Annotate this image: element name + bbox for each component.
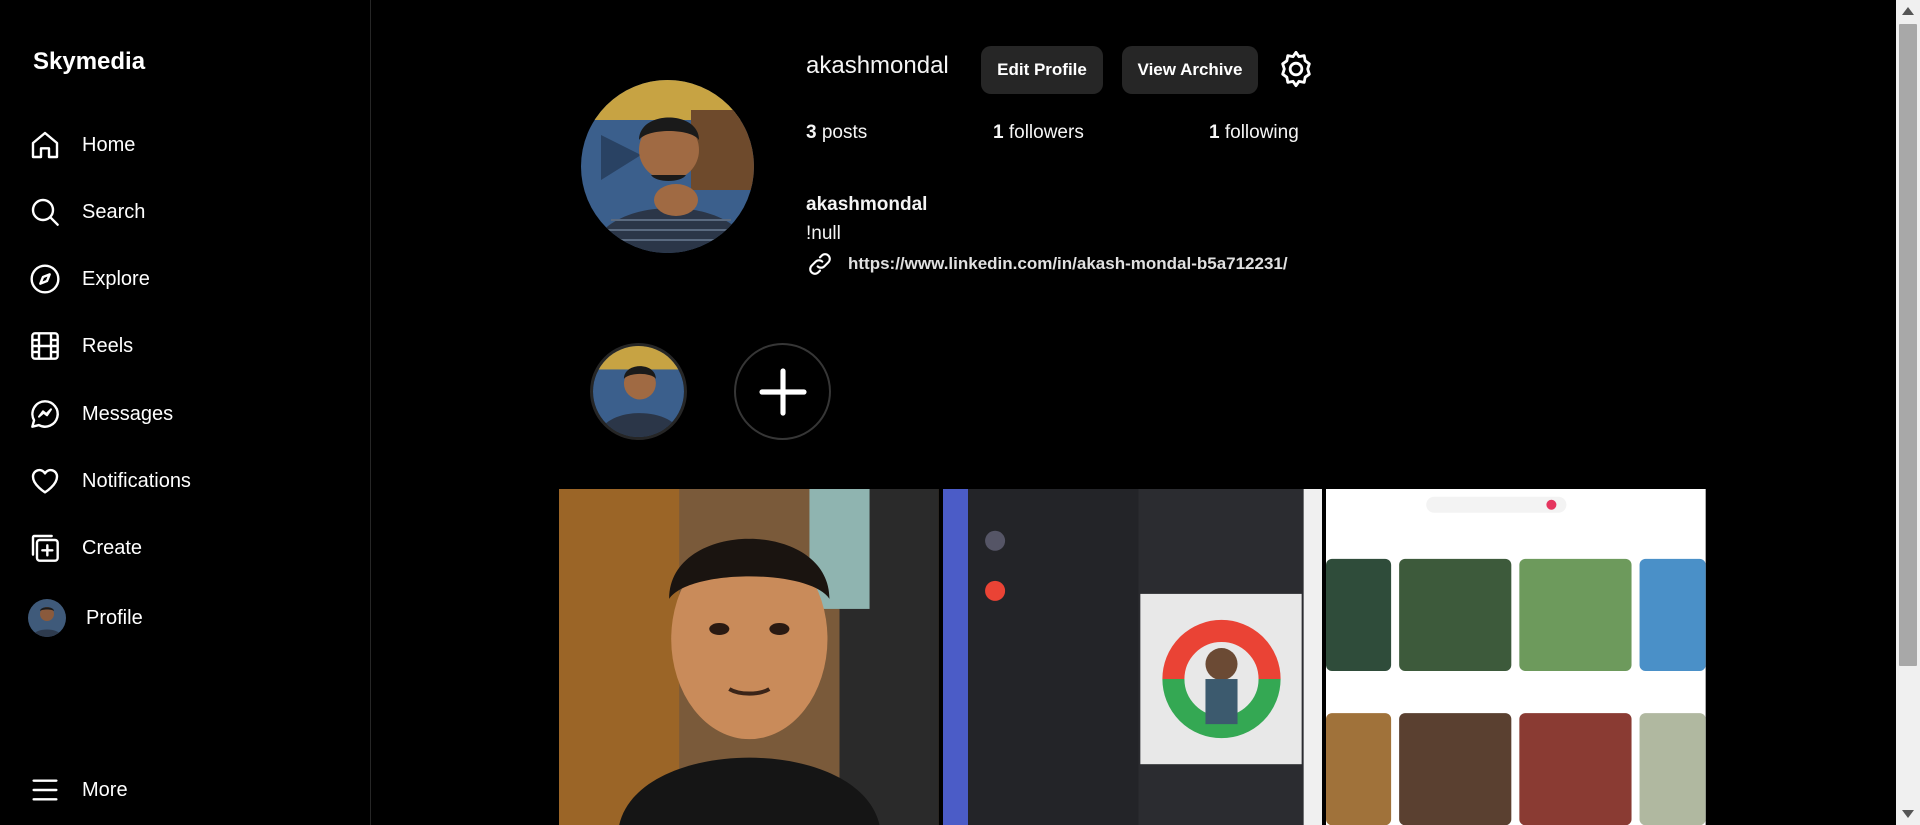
story-highlight[interactable] [590, 343, 687, 440]
bio-link-text[interactable]: https://www.linkedin.com/in/akash-mondal… [848, 254, 1288, 274]
posts-grid [559, 489, 1707, 825]
sidebar-item-label: Home [82, 133, 136, 156]
sidebar-item-search[interactable]: Search [28, 190, 145, 234]
sidebar-item-label: Messages [82, 402, 174, 425]
followers-count[interactable]: 1 followers [993, 122, 1084, 144]
sidebar: Skymedia Home Search Explore Reels Messa… [0, 0, 371, 825]
view-archive-button[interactable]: View Archive [1122, 46, 1258, 94]
sidebar-item-notifications[interactable]: Notifications [28, 459, 191, 503]
heart-icon [28, 464, 62, 498]
sidebar-item-profile[interactable]: Profile [28, 596, 143, 640]
search-icon [28, 195, 62, 229]
home-icon [28, 128, 62, 162]
scroll-up-arrow-icon[interactable] [1902, 7, 1914, 15]
sidebar-item-home[interactable]: Home [28, 123, 135, 167]
menu-icon [28, 773, 62, 807]
new-highlight-button[interactable] [734, 343, 831, 440]
bio-name: akashmondal [806, 194, 928, 215]
post-tile[interactable] [1326, 489, 1707, 825]
scroll-down-arrow-icon[interactable] [1902, 810, 1914, 818]
plus-square-icon [28, 531, 62, 565]
post-tile[interactable] [559, 489, 939, 825]
sidebar-item-label: Notifications [82, 469, 191, 492]
gear-icon[interactable] [1276, 49, 1316, 89]
edit-profile-button[interactable]: Edit Profile [981, 46, 1103, 94]
scrollbar-thumb[interactable] [1899, 24, 1917, 666]
following-count[interactable]: 1 following [1209, 122, 1299, 144]
sidebar-item-create[interactable]: Create [28, 526, 142, 570]
sidebar-item-reels[interactable]: Reels [28, 324, 133, 368]
sidebar-item-more[interactable]: More [28, 768, 128, 812]
sidebar-item-label: Search [82, 200, 146, 223]
sidebar-item-label: Reels [82, 334, 134, 357]
page-scrollbar[interactable] [1896, 0, 1920, 825]
sidebar-item-label: Explore [82, 267, 150, 290]
brand-logo[interactable]: Skymedia [33, 48, 145, 76]
profile-picture[interactable] [581, 80, 754, 253]
profile-username: akashmondal [806, 52, 949, 79]
sidebar-item-explore[interactable]: Explore [28, 257, 150, 301]
sidebar-item-label: Profile [86, 606, 143, 629]
message-icon [28, 397, 62, 431]
sidebar-item-label: Create [82, 536, 143, 559]
sidebar-item-label: More [82, 778, 128, 801]
bio-text: !null [806, 223, 841, 244]
posts-count: 3 posts [806, 122, 868, 143]
bio-link[interactable]: https://www.linkedin.com/in/akash-mondal… [806, 250, 1288, 278]
sidebar-item-messages[interactable]: Messages [28, 392, 173, 436]
compass-icon [28, 262, 62, 296]
avatar [28, 599, 66, 637]
link-icon [806, 250, 834, 278]
post-tile[interactable] [942, 489, 1323, 825]
film-icon [28, 329, 62, 363]
